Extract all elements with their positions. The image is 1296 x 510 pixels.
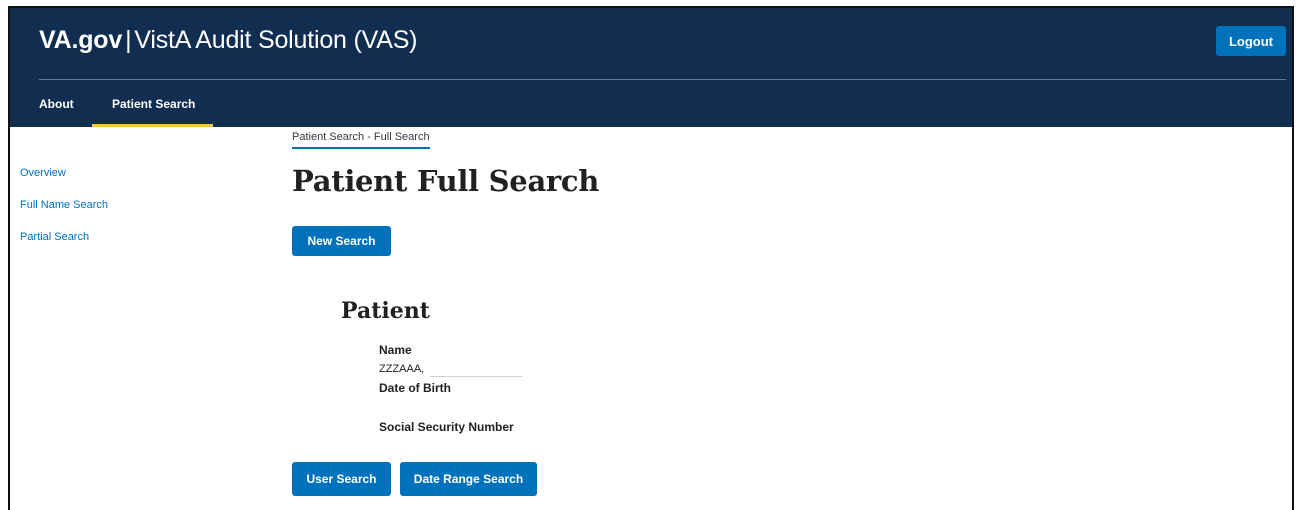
sidebar-item-overview[interactable]: Overview	[20, 167, 108, 183]
name-label: Name	[379, 343, 412, 357]
brand-va-gov: VA.gov	[39, 26, 123, 54]
breadcrumb[interactable]: Patient Search - Full Search	[292, 131, 430, 149]
sidebar: Overview Full Name Search Partial Search	[20, 167, 108, 263]
sidebar-item-partial-search[interactable]: Partial Search	[20, 231, 108, 247]
dob-label: Date of Birth	[379, 381, 451, 395]
user-search-button[interactable]: User Search	[292, 462, 391, 496]
logout-button[interactable]: Logout	[1216, 26, 1286, 56]
nav-item-about[interactable]: About	[39, 84, 74, 127]
site-header: VA.gov | VistA Audit Solution (VAS) Logout…	[10, 8, 1292, 127]
site-brand[interactable]: VA.gov | VistA Audit Solution (VAS)	[39, 26, 418, 55]
sidebar-item-full-name-search[interactable]: Full Name Search	[20, 199, 108, 215]
new-search-button[interactable]: New Search	[292, 226, 391, 256]
ssn-label: Social Security Number	[379, 420, 514, 434]
patient-section-title: Patient	[341, 298, 430, 324]
brand-separator: |	[125, 26, 132, 54]
app-window: VA.gov | VistA Audit Solution (VAS) Logout…	[8, 6, 1294, 510]
page-title: Patient Full Search	[292, 164, 600, 198]
nav-item-patient-search[interactable]: Patient Search	[92, 84, 213, 127]
name-value: ZZZAAA,	[379, 363, 425, 375]
date-range-search-button[interactable]: Date Range Search	[400, 462, 537, 496]
header-divider	[39, 79, 1286, 80]
redacted-name-line	[430, 376, 522, 377]
app-title: VistA Audit Solution (VAS)	[134, 26, 418, 54]
